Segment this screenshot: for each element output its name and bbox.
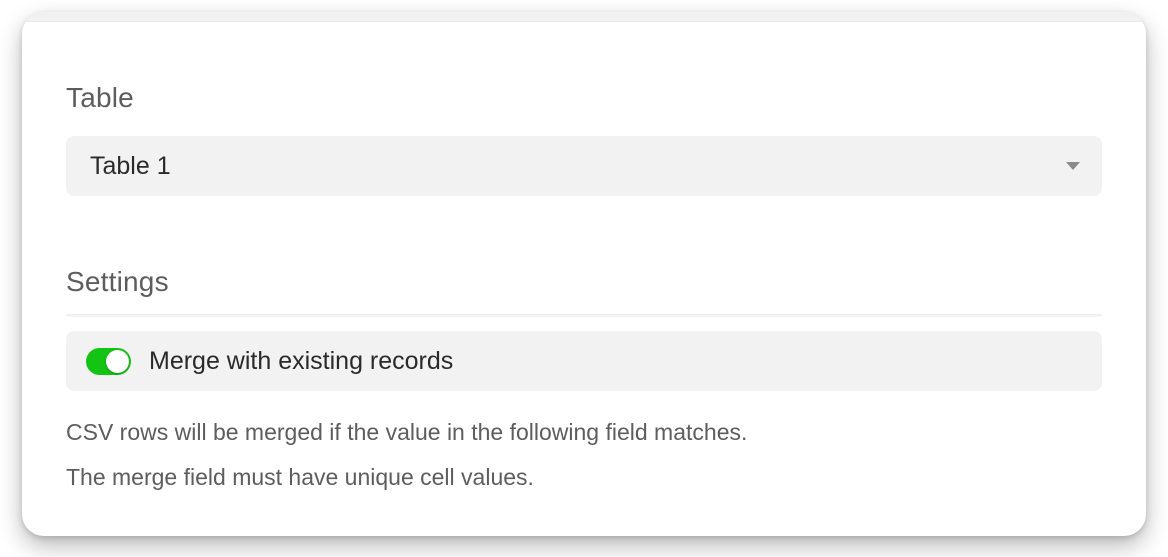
merge-toggle[interactable] bbox=[86, 348, 131, 375]
table-section-label: Table bbox=[66, 82, 1102, 114]
table-select[interactable]: Table 1 bbox=[66, 136, 1102, 196]
window-top-strip bbox=[22, 12, 1146, 22]
settings-section-label: Settings bbox=[66, 266, 1102, 298]
merge-toggle-row: Merge with existing records bbox=[66, 331, 1102, 391]
table-select-value: Table 1 bbox=[90, 152, 171, 181]
merge-help-text-2: The merge field must have unique cell va… bbox=[66, 462, 1102, 493]
toggle-knob bbox=[106, 350, 129, 373]
merge-toggle-label: Merge with existing records bbox=[149, 347, 453, 376]
merge-help-text-1: CSV rows will be merged if the value in … bbox=[66, 417, 1102, 448]
table-section: Table Table 1 bbox=[66, 22, 1102, 196]
chevron-down-icon bbox=[1066, 162, 1080, 170]
settings-panel: Table Table 1 Settings Merge with existi… bbox=[22, 12, 1146, 536]
divider bbox=[66, 314, 1102, 317]
settings-section: Settings Merge with existing records CSV… bbox=[66, 196, 1102, 493]
